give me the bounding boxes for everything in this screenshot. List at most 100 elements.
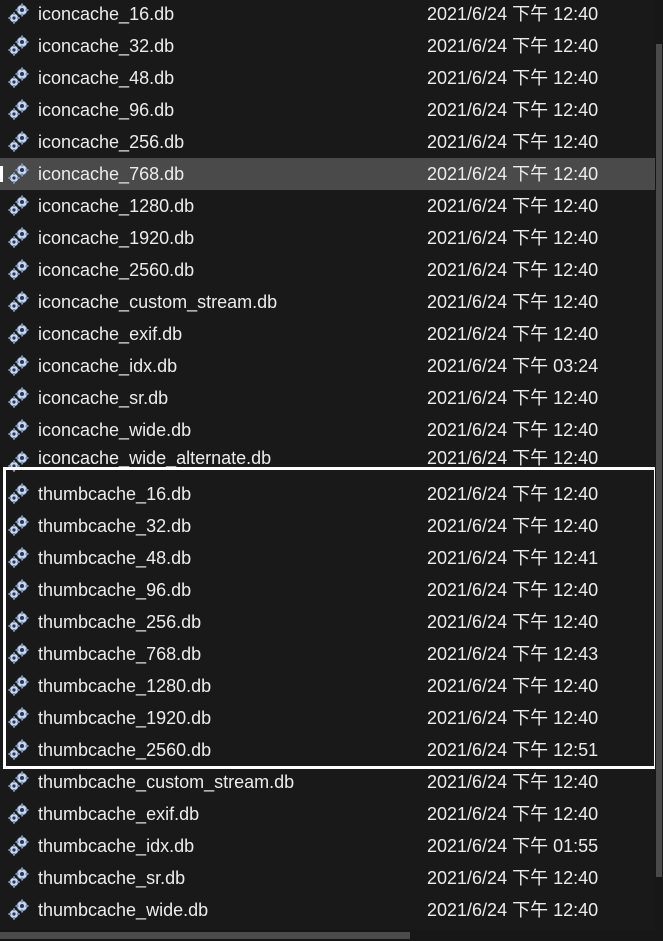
file-name[interactable]: thumbcache_1280.db — [38, 670, 211, 702]
file-date-modified: 2021/6/24 下午 12:40 — [427, 612, 599, 632]
file-row[interactable]: thumbcache_768.db 2021/6/24 下午 12:43 — [0, 638, 655, 670]
file-name[interactable]: iconcache_768.db — [38, 158, 184, 190]
file-row[interactable]: iconcache_48.db 2021/6/24 下午 12:40 — [0, 62, 655, 94]
system-file-gear-icon — [7, 835, 31, 857]
system-file-gear-icon — [7, 3, 31, 25]
vertical-scrollbar[interactable] — [655, 0, 663, 941]
file-name[interactable]: thumbcache_768.db — [38, 638, 201, 670]
file-date-modified: 2021/6/24 下午 12:40 — [427, 708, 599, 728]
file-date-modified: 2021/6/24 下午 12:40 — [427, 484, 599, 504]
file-date-modified: 2021/6/24 下午 12:40 — [427, 900, 599, 920]
system-file-gear-icon — [7, 35, 31, 57]
system-file-gear-icon — [7, 899, 31, 921]
file-row[interactable]: iconcache_idx.db 2021/6/24 下午 03:24 — [0, 350, 655, 382]
file-date-modified: 2021/6/24 下午 12:40 — [427, 292, 599, 312]
file-name[interactable]: thumbcache_exif.db — [38, 798, 199, 830]
system-file-gear-icon — [7, 867, 31, 889]
file-name[interactable]: thumbcache_1920.db — [38, 702, 211, 734]
file-name[interactable]: iconcache_1920.db — [38, 222, 194, 254]
file-row[interactable]: iconcache_1280.db 2021/6/24 下午 12:40 — [0, 190, 655, 222]
file-row[interactable]: thumbcache_idx.db 2021/6/24 下午 01:55 — [0, 830, 655, 862]
file-name[interactable]: iconcache_1280.db — [38, 190, 194, 222]
file-date-modified: 2021/6/24 下午 12:40 — [427, 68, 599, 88]
file-name[interactable]: iconcache_48.db — [38, 62, 174, 94]
file-row[interactable]: iconcache_sr.db 2021/6/24 下午 12:40 — [0, 382, 655, 414]
system-file-gear-icon — [7, 515, 31, 537]
system-file-gear-icon — [7, 291, 31, 313]
file-row[interactable]: thumbcache_16.db 2021/6/24 下午 12:40 — [0, 478, 655, 510]
system-file-gear-icon — [7, 163, 31, 185]
system-file-gear-icon — [7, 323, 31, 345]
vertical-scrollbar-thumb[interactable] — [656, 44, 662, 877]
file-name[interactable]: iconcache_sr.db — [38, 382, 168, 414]
file-date-modified: 2021/6/24 下午 12:40 — [427, 772, 599, 792]
file-row[interactable]: iconcache_2560.db 2021/6/24 下午 12:40 — [0, 254, 655, 286]
file-name[interactable]: iconcache_custom_stream.db — [38, 286, 277, 318]
file-date-modified: 2021/6/24 下午 12:40 — [427, 132, 599, 152]
file-name[interactable]: thumbcache_16.db — [38, 478, 191, 510]
file-date-modified: 2021/6/24 下午 12:40 — [427, 324, 599, 344]
file-name[interactable]: thumbcache_2560.db — [38, 734, 211, 766]
file-row[interactable]: iconcache_1920.db 2021/6/24 下午 12:40 — [0, 222, 655, 254]
file-row[interactable]: iconcache_768.db 2021/6/24 下午 12:40 — [0, 158, 655, 190]
file-row[interactable]: thumbcache_256.db 2021/6/24 下午 12:40 — [0, 606, 655, 638]
file-date-modified: 2021/6/24 下午 12:41 — [427, 548, 599, 568]
file-row[interactable]: thumbcache_48.db 2021/6/24 下午 12:41 — [0, 542, 655, 574]
selection-indicator — [0, 166, 3, 182]
file-row[interactable]: thumbcache_1280.db 2021/6/24 下午 12:40 — [0, 670, 655, 702]
file-name[interactable]: thumbcache_sr.db — [38, 862, 185, 894]
file-row[interactable]: thumbcache_exif.db 2021/6/24 下午 12:40 — [0, 798, 655, 830]
system-file-gear-icon — [7, 195, 31, 217]
file-date-modified: 2021/6/24 下午 01:55 — [427, 836, 599, 856]
system-file-gear-icon — [7, 483, 31, 505]
file-row[interactable]: thumbcache_sr.db 2021/6/24 下午 12:40 — [0, 862, 655, 894]
file-date-modified: 2021/6/24 下午 12:40 — [427, 260, 599, 280]
file-list: iconcache_16.db 2021/6/24 下午 12:40 iconca… — [0, 0, 655, 926]
file-date-modified: 2021/6/24 下午 12:40 — [427, 388, 599, 408]
file-name[interactable]: iconcache_16.db — [38, 0, 174, 30]
file-row[interactable]: iconcache_256.db 2021/6/24 下午 12:40 — [0, 126, 655, 158]
file-name[interactable]: thumbcache_96.db — [38, 574, 191, 606]
file-name[interactable]: thumbcache_32.db — [38, 510, 191, 542]
file-row[interactable]: iconcache_exif.db 2021/6/24 下午 12:40 — [0, 318, 655, 350]
file-date-modified: 2021/6/24 下午 12:40 — [427, 580, 599, 600]
file-date-modified: 2021/6/24 下午 12:40 — [427, 676, 599, 696]
horizontal-scrollbar[interactable] — [0, 930, 663, 941]
file-row[interactable]: iconcache_96.db 2021/6/24 下午 12:40 — [0, 94, 655, 126]
file-row[interactable]: iconcache_16.db 2021/6/24 下午 12:40 — [0, 0, 655, 30]
file-row[interactable]: iconcache_custom_stream.db 2021/6/24 下午 1… — [0, 286, 655, 318]
file-name[interactable]: iconcache_32.db — [38, 30, 174, 62]
file-name[interactable]: thumbcache_48.db — [38, 542, 191, 574]
file-row[interactable]: thumbcache_1920.db 2021/6/24 下午 12:40 — [0, 702, 655, 734]
file-row[interactable]: thumbcache_32.db 2021/6/24 下午 12:40 — [0, 510, 655, 542]
file-date-modified: 2021/6/24 下午 12:40 — [427, 228, 599, 248]
file-row[interactable]: thumbcache_96.db 2021/6/24 下午 12:40 — [0, 574, 655, 606]
file-row[interactable]: thumbcache_custom_stream.db 2021/6/24 下午 … — [0, 766, 655, 798]
file-date-modified: 2021/6/24 下午 03:24 — [427, 356, 599, 376]
file-date-modified: 2021/6/24 下午 12:40 — [427, 164, 599, 184]
file-date-modified: 2021/6/24 下午 12:40 — [427, 196, 599, 216]
system-file-gear-icon — [7, 803, 31, 825]
file-name[interactable]: iconcache_256.db — [38, 126, 184, 158]
file-name[interactable]: iconcache_wide_alternate.db — [38, 442, 271, 474]
file-date-modified: 2021/6/24 下午 12:40 — [427, 804, 599, 824]
file-row[interactable]: thumbcache_2560.db 2021/6/24 下午 12:51 — [0, 734, 655, 766]
file-name[interactable]: iconcache_exif.db — [38, 318, 182, 350]
system-file-gear-icon — [7, 355, 31, 377]
file-row[interactable]: iconcache_wide_alternate.db 2021/6/24 下午 … — [0, 446, 655, 478]
system-file-gear-icon — [7, 643, 31, 665]
system-file-gear-icon — [7, 451, 31, 473]
file-row[interactable]: thumbcache_wide.db 2021/6/24 下午 12:40 — [0, 894, 655, 926]
horizontal-scrollbar-thumb[interactable] — [0, 932, 410, 939]
file-date-modified: 2021/6/24 下午 12:40 — [427, 100, 599, 120]
file-name[interactable]: thumbcache_custom_stream.db — [38, 766, 294, 798]
file-name[interactable]: thumbcache_idx.db — [38, 830, 194, 862]
file-name[interactable]: iconcache_96.db — [38, 94, 174, 126]
file-row[interactable]: iconcache_32.db 2021/6/24 下午 12:40 — [0, 30, 655, 62]
file-name[interactable]: thumbcache_wide.db — [38, 894, 208, 926]
file-date-modified: 2021/6/24 下午 12:40 — [427, 516, 599, 536]
system-file-gear-icon — [7, 387, 31, 409]
file-name[interactable]: iconcache_2560.db — [38, 254, 194, 286]
file-name[interactable]: iconcache_idx.db — [38, 350, 177, 382]
file-name[interactable]: thumbcache_256.db — [38, 606, 201, 638]
